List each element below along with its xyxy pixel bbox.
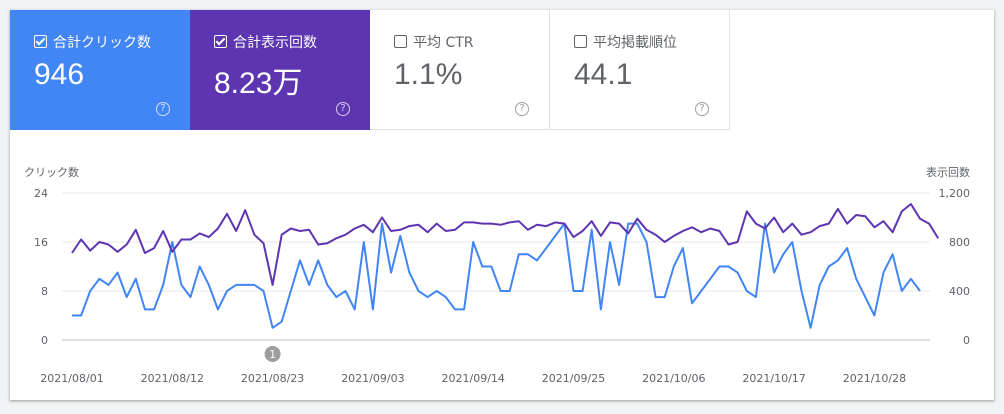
x-tick-label: 2021/09/14 — [442, 372, 505, 385]
metric-tile-average-position[interactable]: 平均掲載順位 44.1 ? — [550, 10, 730, 130]
x-tick-label: 2021/09/03 — [341, 372, 404, 385]
metric-tile-total-impressions[interactable]: 合計表示回数 8.23万 ? — [190, 10, 370, 130]
metric-label: 平均 CTR — [413, 35, 474, 51]
checkbox-unchecked-icon[interactable] — [574, 35, 587, 48]
performance-card: 合計クリック数 946 ? 合計表示回数 8.23万 ? 平均 CTR 1.1%… — [10, 10, 994, 400]
metric-value: 1.1% — [394, 58, 463, 91]
gridlines — [62, 192, 930, 341]
x-tick-label: 2021/08/23 — [241, 372, 304, 385]
y-right-tick-label: 800 — [949, 236, 970, 249]
axis-ticks: 24 1,200 16 800 8 400 0 0 2021/08/01 2021/08/12 20… — [34, 187, 970, 385]
help-icon[interactable]: ? — [336, 102, 350, 116]
metric-label: 合計表示回数 — [233, 35, 317, 51]
series-line — [72, 222, 921, 329]
metric-tile-total-clicks[interactable]: 合計クリック数 946 ? — [10, 10, 190, 130]
annotation-marker[interactable]: 1 — [264, 346, 281, 362]
x-tick-label: 2021/10/17 — [742, 372, 805, 385]
y-left-axis-label: クリック数 — [24, 166, 79, 179]
y-left-tick-label: 0 — [41, 334, 48, 347]
annotation-label: 1 — [269, 348, 276, 361]
metric-tiles: 合計クリック数 946 ? 合計表示回数 8.23万 ? 平均 CTR 1.1%… — [10, 10, 730, 130]
series-lines — [71, 203, 940, 329]
y-right-tick-label: 400 — [949, 285, 970, 298]
metric-tile-average-ctr[interactable]: 平均 CTR 1.1% ? — [370, 10, 550, 130]
y-right-axis-label: 表示回数 — [926, 165, 970, 179]
metric-value: 44.1 — [574, 58, 633, 91]
y-right-tick-label: 0 — [963, 334, 970, 347]
y-left-tick-label: 24 — [34, 187, 48, 200]
x-tick-label: 2021/10/28 — [843, 372, 906, 385]
help-icon[interactable]: ? — [515, 102, 529, 116]
x-tick-label: 2021/08/12 — [141, 372, 204, 385]
checkbox-unchecked-icon[interactable] — [394, 35, 407, 48]
y-left-tick-label: 16 — [34, 236, 48, 249]
metric-label: 合計クリック数 — [53, 35, 151, 51]
metric-label: 平均掲載順位 — [593, 35, 677, 51]
x-tick-label: 2021/09/25 — [542, 372, 605, 385]
help-icon[interactable]: ? — [695, 102, 709, 116]
checkbox-checked-icon[interactable] — [34, 35, 47, 48]
y-left-tick-label: 8 — [41, 285, 48, 298]
metric-value: 946 — [34, 58, 85, 91]
x-tick-label: 2021/10/06 — [642, 372, 705, 385]
checkbox-checked-icon[interactable] — [214, 35, 227, 48]
metric-value: 8.23万 — [214, 67, 303, 100]
x-tick-label: 2021/08/01 — [40, 372, 103, 385]
performance-chart[interactable]: クリック数 表示回数 24 1,20016 8008 4000 02021/08/01 2… — [10, 130, 994, 400]
y-right-tick-label: 1,200 — [939, 187, 971, 200]
help-icon[interactable]: ? — [156, 102, 170, 116]
